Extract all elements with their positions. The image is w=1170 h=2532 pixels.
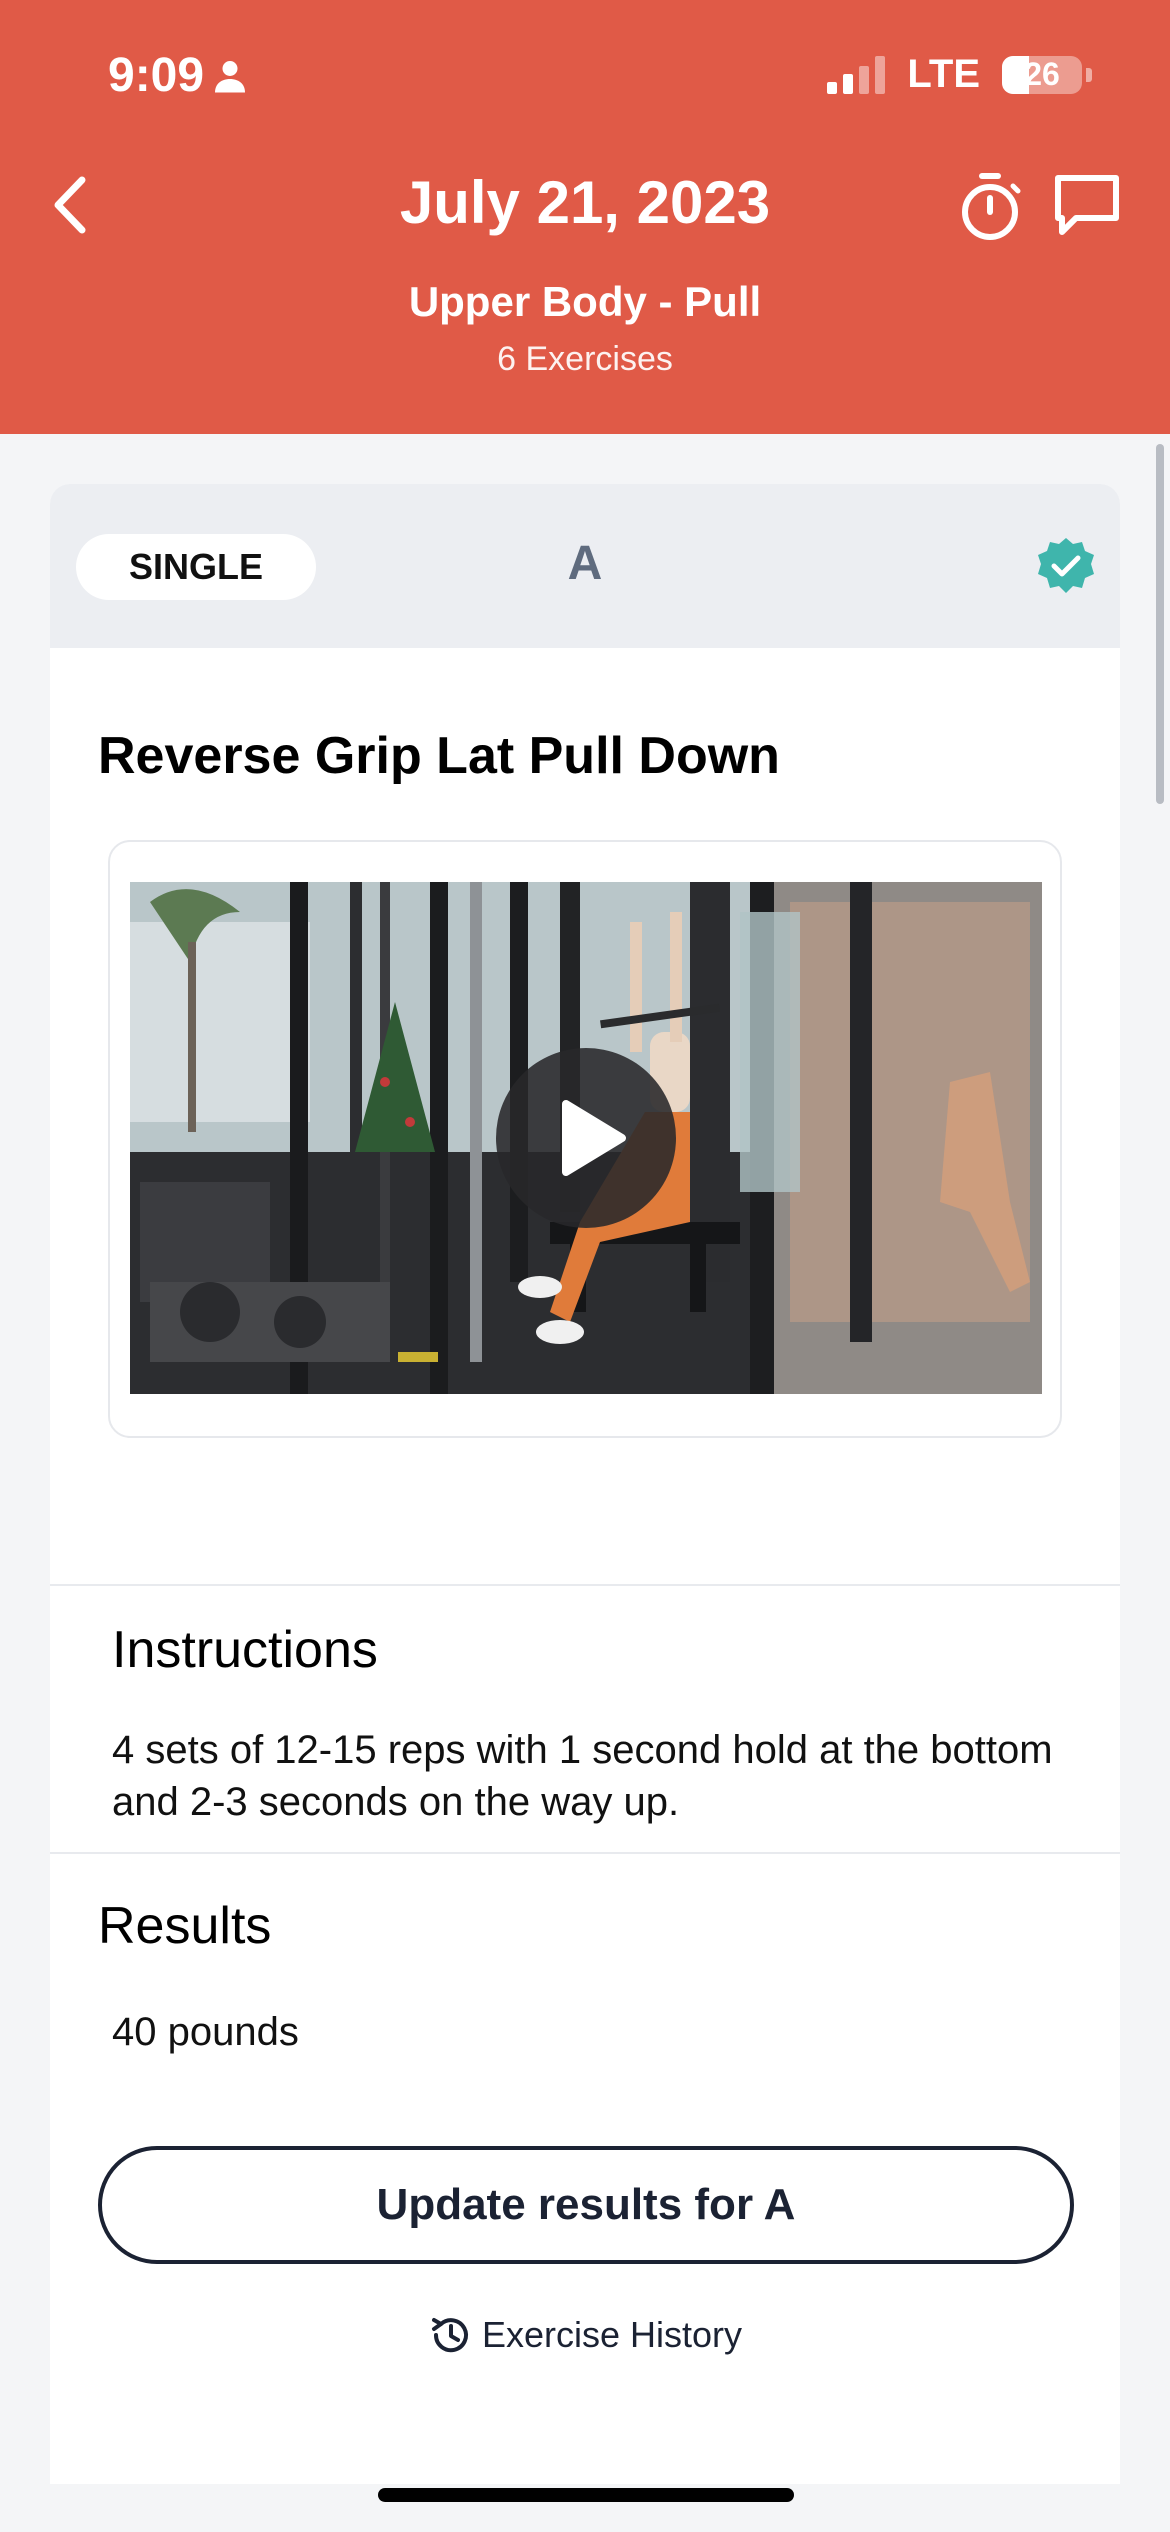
history-icon	[431, 2318, 468, 2353]
exercise-video[interactable]	[130, 882, 1042, 1394]
exercise-history-link[interactable]: Exercise History	[50, 2312, 1120, 2358]
update-results-label: Update results for A	[376, 2180, 796, 2229]
network-label: LTE	[907, 52, 980, 96]
signal-icon	[827, 55, 886, 94]
chat-icon[interactable]	[1052, 172, 1122, 238]
battery-level: 26	[1024, 56, 1060, 92]
play-button[interactable]	[496, 1048, 676, 1228]
time-text: 9:09	[108, 49, 205, 102]
status-bar-right: LTE 26	[827, 52, 1092, 97]
results-heading: Results	[98, 1897, 272, 1955]
results-value: 40 pounds	[112, 2010, 299, 2054]
exercise-letter: A	[567, 537, 603, 590]
status-bar-time: 9:09	[108, 48, 248, 103]
divider	[50, 1584, 1120, 1586]
header: 9:09 LTE 26 July 21, 2023 Upper Body - P…	[0, 0, 1170, 434]
verified-check-icon	[1038, 538, 1094, 593]
workout-name: Upper Body - Pull	[408, 278, 762, 325]
exercise-card: SINGLE A Reverse Grip Lat Pull Down Inst…	[50, 484, 1120, 2484]
battery-icon: 26	[1002, 55, 1082, 94]
exercise-count: 6 Exercises	[497, 340, 673, 378]
exercise-history-label: Exercise History	[481, 2314, 743, 2355]
update-results-button[interactable]: Update results for A	[98, 2146, 1074, 2264]
exercise-title: Reverse Grip Lat Pull Down	[98, 727, 780, 785]
person-icon	[215, 60, 246, 92]
instructions-heading: Instructions	[112, 1621, 378, 1679]
instructions-text: 4 sets of 12-15 reps with 1 second hold …	[112, 1728, 1053, 1824]
scrollbar[interactable]	[1156, 444, 1164, 804]
card-header: SINGLE A	[50, 484, 1120, 648]
stopwatch-icon[interactable]	[955, 170, 1025, 242]
video-container	[108, 840, 1062, 1438]
home-indicator[interactable]	[378, 2488, 794, 2502]
divider	[50, 1852, 1120, 1854]
